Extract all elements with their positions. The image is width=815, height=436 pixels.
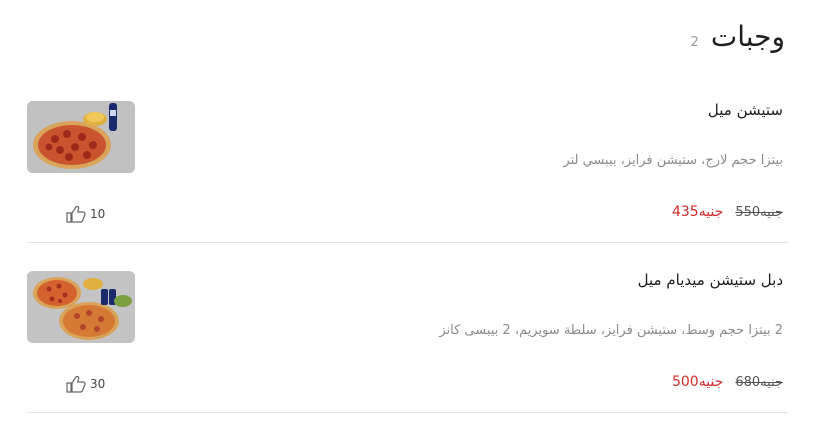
section-title: وجبات <box>710 20 785 53</box>
old-price: 680جنيه <box>735 375 783 390</box>
meal-item[interactable]: دبل ستيشن ميديام ميل 2 بيتزا حجم وسط، ست… <box>27 271 788 413</box>
section-header: وجبات 2 <box>691 20 785 53</box>
meal-name: دبل ستيشن ميديام ميل <box>637 271 783 289</box>
like-button[interactable]: 30 <box>65 375 105 393</box>
likes-count: 10 <box>90 207 106 221</box>
meal-description: بيتزا حجم لارج، ستيشن فرايز، بيبسي لتر <box>563 153 783 168</box>
meal-description: 2 بيتزا حجم وسط، ستيشن فرايز، سلطة سويري… <box>439 323 783 338</box>
likes-count: 30 <box>90 377 106 391</box>
meal-item[interactable]: ستيشن ميل بيتزا حجم لارج، ستيشن فرايز، ب… <box>27 101 788 243</box>
new-price: 435جنيه <box>671 204 724 220</box>
meal-name: ستيشن ميل <box>707 101 783 119</box>
meal-image[interactable] <box>27 271 135 343</box>
like-button[interactable]: 10 <box>65 205 105 223</box>
price-row: 500جنيه 680جنيه <box>672 374 783 390</box>
section-count: 2 <box>690 35 699 50</box>
old-price: 550جنيه <box>735 205 783 220</box>
meal-image[interactable] <box>27 101 135 173</box>
thumbs-up-icon <box>65 375 87 393</box>
price-row: 435جنيه 550جنيه <box>672 204 783 220</box>
new-price: 500جنيه <box>671 374 724 390</box>
thumbs-up-icon <box>65 205 87 223</box>
